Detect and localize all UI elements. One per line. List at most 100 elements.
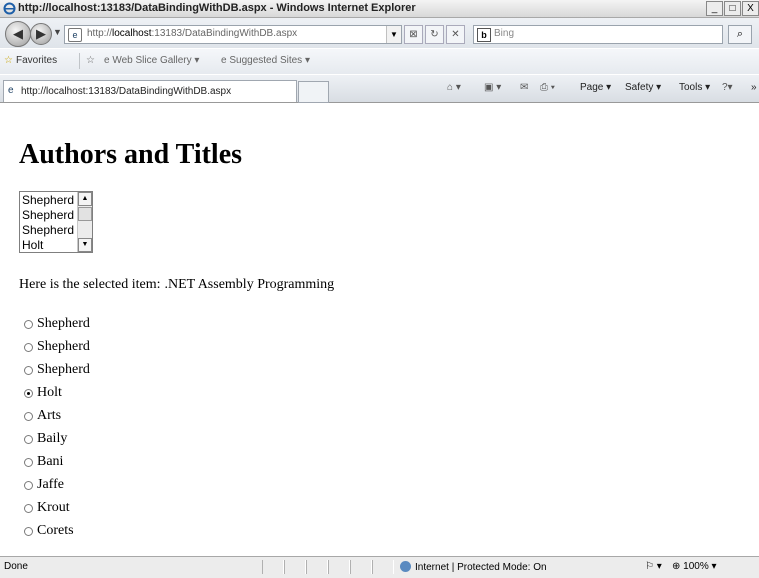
radio-button-icon[interactable] <box>24 457 33 467</box>
selected-value: .NET Assembly Programming <box>164 277 335 292</box>
radio-button-icon[interactable] <box>24 319 33 329</box>
radio-option[interactable]: Shepherd <box>24 339 90 355</box>
search-icon: ⌕ <box>736 28 744 40</box>
radio-button-icon[interactable] <box>24 411 33 421</box>
authors-listbox[interactable]: Shepherd Shepherd Shepherd Holt ▲ ▼ <box>19 191 93 253</box>
address-toolbar: ◀ ▶ ▼ e http://localhost:13183/DataBindi… <box>0 18 759 48</box>
listbox-item[interactable]: Shepherd <box>22 208 74 223</box>
window-title: http://localhost:13183/DataBindingWithDB… <box>18 2 416 14</box>
suggested-sites-link[interactable]: e Suggested Sites ▾ <box>221 55 310 66</box>
maximize-button[interactable]: □ <box>724 1 741 16</box>
safety-menu[interactable]: Safety ▾ <box>625 82 661 93</box>
selected-label: Here is the selected item: <box>19 277 161 292</box>
forward-button[interactable]: ▶ <box>30 23 52 45</box>
globe-icon <box>400 561 411 572</box>
minimize-button[interactable]: _ <box>706 1 723 16</box>
radio-button-icon[interactable] <box>24 480 33 490</box>
printer-icon: ⎙ ▾ <box>540 82 555 93</box>
more-commands-button[interactable]: » <box>751 82 757 93</box>
tab-command-bar: e http://localhost:13183/DataBindingWith… <box>0 75 759 103</box>
status-panel <box>284 560 306 574</box>
status-bar: Done Internet | Protected Mode: On ⚐ ▾ ⊕… <box>0 556 759 578</box>
radio-option[interactable]: Baily <box>24 431 67 447</box>
feeds-button[interactable]: ▣ ▾ <box>484 82 501 93</box>
window-title-bar[interactable]: http://localhost:13183/DataBindingWithDB… <box>0 0 759 18</box>
status-panel <box>328 560 350 574</box>
status-panel <box>350 560 372 574</box>
status-text: Done <box>4 561 28 572</box>
radio-button-icon[interactable] <box>24 342 33 352</box>
radio-option[interactable]: Jaffe <box>24 477 64 493</box>
scroll-down-icon[interactable]: ▼ <box>78 238 92 252</box>
help-button[interactable]: ?▾ <box>722 82 733 93</box>
forward-arrow-icon: ▶ <box>36 26 46 41</box>
radio-option[interactable]: Shepherd <box>24 316 90 332</box>
search-button[interactable]: ⌕ <box>728 25 752 44</box>
refresh-button[interactable]: ↻ <box>425 25 444 44</box>
radio-option[interactable]: Shepherd <box>24 362 90 378</box>
stop-icon: ✕ <box>451 29 460 40</box>
status-panel <box>306 560 328 574</box>
home-icon: ⌂ ▾ <box>447 82 461 93</box>
star-icon: ☆ <box>4 55 13 66</box>
radio-button-icon[interactable] <box>24 434 33 444</box>
address-dropdown-icon[interactable]: ▼ <box>386 26 401 43</box>
listbox-scrollbar[interactable]: ▲ ▼ <box>77 192 92 252</box>
page-icon: e <box>68 28 82 42</box>
radio-button-icon[interactable] <box>24 526 33 536</box>
radio-option[interactable]: Arts <box>24 408 61 424</box>
scroll-thumb[interactable] <box>78 207 92 221</box>
search-input[interactable]: b Bing <box>473 25 723 44</box>
security-zone[interactable]: Internet | Protected Mode: On <box>400 561 547 573</box>
back-arrow-icon: ◀ <box>13 26 23 41</box>
page-content: Authors and Titles Shepherd Shepherd She… <box>0 103 759 556</box>
compatibility-icon: ⊠ <box>409 29 418 40</box>
favorites-button[interactable]: ☆ Favorites <box>4 55 57 66</box>
mail-icon: ✉ <box>520 82 529 93</box>
search-placeholder: Bing <box>494 28 515 39</box>
page-title: Authors and Titles <box>19 139 243 170</box>
radio-option[interactable]: Krout <box>24 500 70 516</box>
page-icon: e <box>8 85 14 96</box>
scroll-up-icon[interactable]: ▲ <box>78 192 92 206</box>
tools-menu[interactable]: Tools ▾ <box>679 82 710 93</box>
tab-label: http://localhost:13183/DataBindingWithDB… <box>21 86 232 97</box>
radio-button-icon[interactable] <box>24 503 33 513</box>
radio-button-icon[interactable] <box>24 388 33 398</box>
radio-button-icon[interactable] <box>24 365 33 375</box>
web-slice-gallery-link[interactable]: e Web Slice Gallery ▾ <box>104 55 199 66</box>
protected-mode-icon[interactable]: ⚐ ▾ <box>645 561 662 572</box>
listbox-item[interactable]: Shepherd <box>22 223 74 238</box>
help-icon: ?▾ <box>722 82 733 93</box>
close-button[interactable]: X <box>742 1 759 16</box>
back-button[interactable]: ◀ <box>5 21 31 47</box>
radio-option[interactable]: Bani <box>24 454 63 470</box>
home-button[interactable]: ⌂ ▾ <box>447 82 461 93</box>
selected-item-text: Here is the selected item: .NET Assembly … <box>19 277 334 293</box>
status-panel <box>372 560 394 574</box>
address-bar[interactable]: e http://localhost:13183/DataBindingWith… <box>64 25 402 44</box>
bing-icon: b <box>477 28 491 42</box>
mail-button[interactable]: ✉ <box>520 82 528 93</box>
status-panel <box>262 560 284 574</box>
radio-option[interactable]: Holt <box>24 385 62 401</box>
compatibility-view-button[interactable]: ⊠ <box>404 25 423 44</box>
recent-pages-dropdown-icon[interactable]: ▼ <box>53 27 62 37</box>
listbox-item[interactable]: Holt <box>22 238 43 252</box>
page-menu[interactable]: Page ▾ <box>580 82 611 93</box>
internet-explorer-icon <box>3 2 16 15</box>
add-to-favorites-bar-icon[interactable]: ☆ <box>86 55 95 66</box>
radio-option[interactable]: Corets <box>24 523 74 539</box>
refresh-icon: ↻ <box>430 29 439 40</box>
print-button[interactable]: ⎙ ▾ <box>540 82 555 93</box>
divider <box>79 53 80 69</box>
zoom-level[interactable]: ⊕ 100% ▾ <box>672 561 717 572</box>
new-tab-button[interactable] <box>298 81 329 103</box>
tab-active[interactable]: e http://localhost:13183/DataBindingWith… <box>3 80 297 102</box>
address-url[interactable]: http://localhost:13183/DataBindingWithDB… <box>87 28 297 39</box>
stop-button[interactable]: ✕ <box>446 25 465 44</box>
zoom-icon: ⊕ <box>672 561 684 572</box>
listbox-item[interactable]: Shepherd <box>22 193 74 208</box>
rss-icon: ▣ ▾ <box>484 82 502 93</box>
favorites-bar: ☆ Favorites ☆ e Web Slice Gallery ▾ e Sug… <box>0 49 759 74</box>
